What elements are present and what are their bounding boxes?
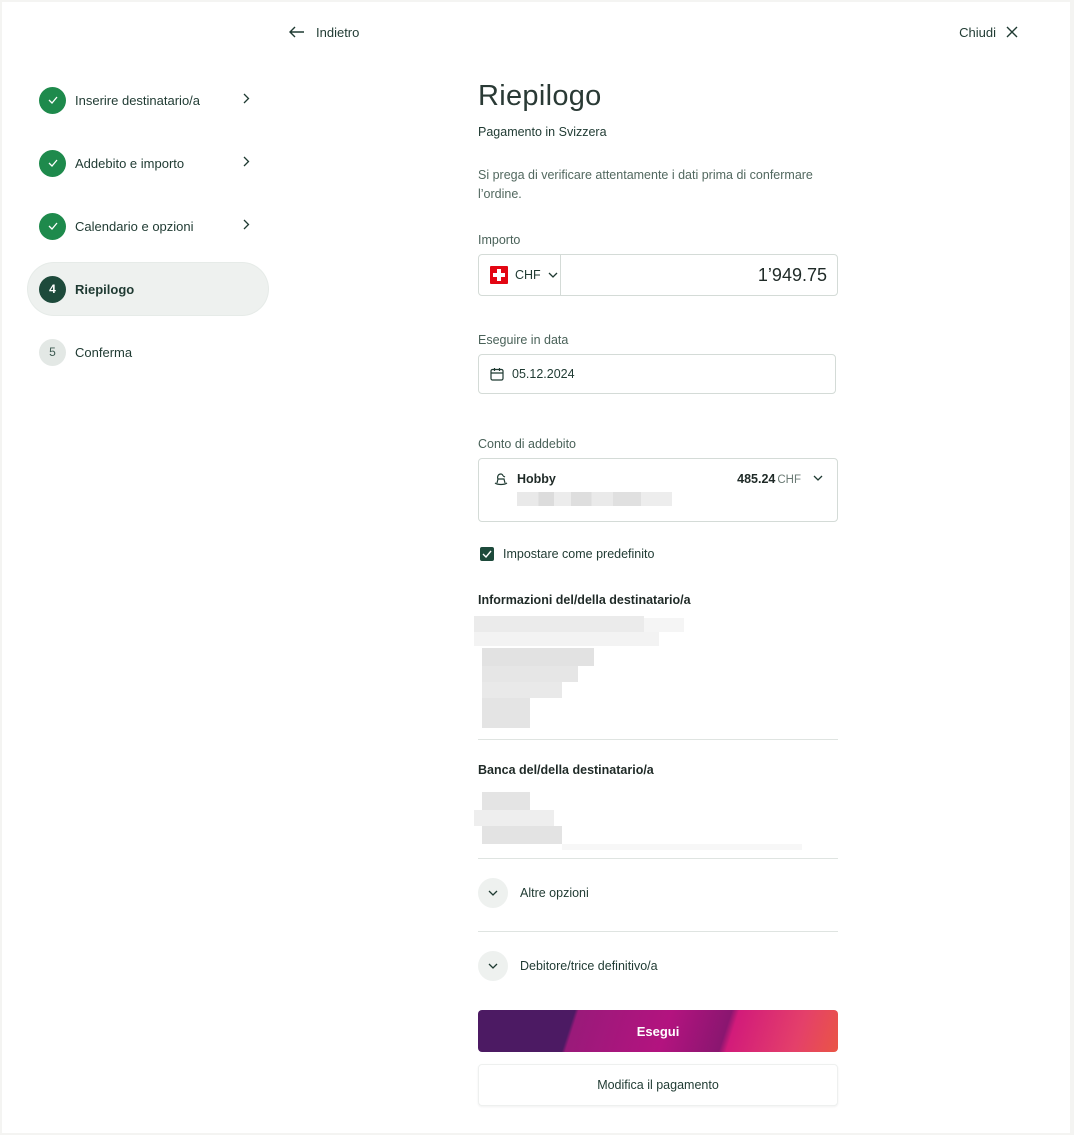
- account-select[interactable]: Hobby 485.24 CHF: [478, 458, 838, 522]
- modify-payment-button[interactable]: Modifica il pagamento: [478, 1064, 838, 1106]
- close-icon: [1006, 26, 1018, 38]
- chevron-down-icon: [548, 272, 558, 278]
- check-icon: [39, 149, 66, 177]
- account-label: Conto di addebito: [478, 437, 576, 451]
- arrow-left-icon: [289, 26, 304, 38]
- other-options-toggle[interactable]: Altre opzioni: [478, 878, 589, 908]
- page-title: Riepilogo: [478, 80, 602, 112]
- payment-summary-page: Indietro Chiudi Inserire destinatario/a …: [2, 2, 1070, 1133]
- account-iban-redacted: [517, 492, 672, 506]
- step-label: Addebito e importo: [75, 155, 185, 171]
- section-divider: [478, 858, 838, 859]
- back-link[interactable]: Indietro: [289, 20, 359, 44]
- amount-value[interactable]: 1’949.75: [561, 265, 837, 286]
- step-number: 5: [39, 338, 66, 366]
- step-conferma: 5 Conferma: [28, 326, 268, 378]
- step-inserire-destinatario[interactable]: Inserire destinatario/a: [28, 74, 268, 126]
- date-label: Eseguire in data: [478, 333, 569, 347]
- page-subtitle: Pagamento in Svizzera: [478, 125, 607, 139]
- step-label: Riepilogo: [75, 281, 135, 297]
- section-divider: [478, 931, 838, 932]
- chevron-down-icon: [478, 951, 508, 981]
- check-icon: [39, 212, 66, 240]
- default-checkbox-row: Impostare come predefinito: [480, 547, 654, 561]
- section-divider: [478, 739, 838, 740]
- account-name: Hobby: [517, 472, 556, 486]
- amount-label: Importo: [478, 233, 521, 247]
- step-addebito-importo[interactable]: Addebito e importo: [28, 137, 268, 189]
- step-number: 4: [39, 275, 66, 303]
- chevron-right-icon: [243, 93, 250, 104]
- final-debtor-label: Debitore/trice definitivo/a: [520, 959, 658, 973]
- step-riepilogo: 4 Riepilogo: [28, 263, 268, 315]
- recipient-bank-title: Banca del/della destinatario/a: [478, 763, 654, 777]
- swiss-flag-icon: [490, 266, 508, 284]
- chevron-right-icon: [243, 219, 250, 230]
- chevron-down-icon: [478, 878, 508, 908]
- step-label: Calendario e opzioni: [75, 218, 194, 234]
- progress-stepper: Inserire destinatario/a Addebito e impor…: [28, 74, 268, 389]
- verification-note: Si prega di verificare attentamente i da…: [478, 168, 813, 201]
- date-field[interactable]: 05.12.2024: [478, 354, 836, 394]
- date-value: 05.12.2024: [512, 367, 575, 381]
- check-icon: [39, 86, 66, 114]
- step-label: Inserire destinatario/a: [75, 92, 201, 108]
- chevron-down-icon: [813, 475, 823, 481]
- step-label: Conferma: [75, 344, 133, 360]
- currency-code: CHF: [515, 268, 541, 282]
- final-debtor-toggle[interactable]: Debitore/trice definitivo/a: [478, 951, 658, 981]
- close-label: Chiudi: [959, 24, 996, 40]
- recipient-info-title: Informazioni del/della destinatario/a: [478, 593, 691, 607]
- calendar-icon: [490, 368, 504, 381]
- default-checkbox-label: Impostare come predefinito: [503, 547, 655, 561]
- account-balance: 485.24 CHF: [737, 472, 801, 486]
- step-calendario-opzioni[interactable]: Calendario e opzioni: [28, 200, 268, 252]
- rocking-horse-icon: [494, 473, 508, 486]
- other-options-label: Altre opzioni: [520, 886, 589, 900]
- chevron-right-icon: [243, 156, 250, 167]
- default-checkbox[interactable]: [480, 547, 494, 561]
- execute-button[interactable]: Esegui: [478, 1010, 838, 1052]
- close-button[interactable]: Chiudi: [959, 20, 1018, 44]
- amount-field: CHF 1’949.75: [478, 254, 838, 296]
- currency-select[interactable]: CHF: [479, 255, 561, 295]
- back-label: Indietro: [316, 24, 360, 40]
